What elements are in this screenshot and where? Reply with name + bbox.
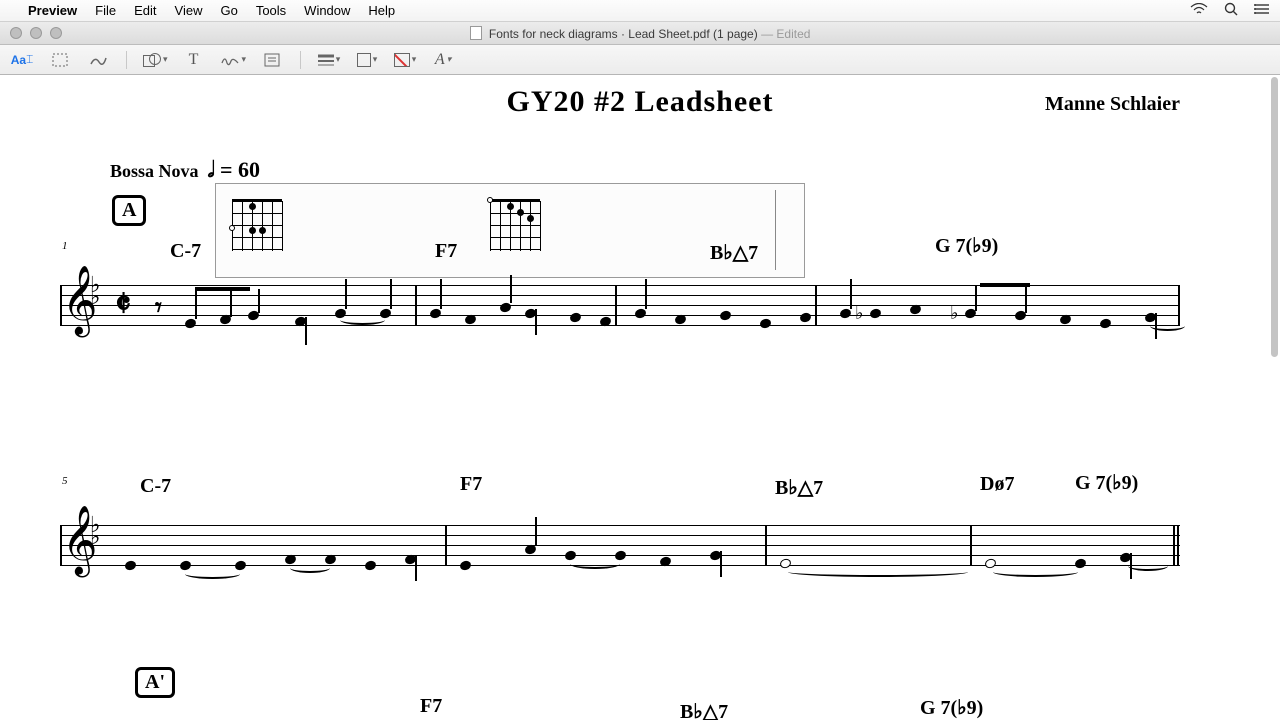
menu-edit[interactable]: Edit xyxy=(134,3,156,18)
zoom-window-button[interactable] xyxy=(50,27,62,39)
staff-system-1: 𝄞 ♭♭ 𝄵 𝄾 xyxy=(60,285,1180,325)
window-title: Fonts for neck diagrams · Lead Sheet.pdf… xyxy=(0,26,1280,41)
pdf-file-icon xyxy=(470,26,482,40)
chord-symbol: Dø7 xyxy=(980,473,1014,496)
rehearsal-mark-a: A xyxy=(112,195,146,226)
close-window-button[interactable] xyxy=(10,27,22,39)
sign-tool[interactable]: ▾ xyxy=(220,49,247,71)
scrollbar-thumb[interactable] xyxy=(1271,77,1278,357)
note-tool[interactable] xyxy=(260,49,284,71)
staff-system-2: 𝄞 ♭♭ xyxy=(60,525,1180,565)
menu-extras-icon[interactable] xyxy=(1254,3,1270,18)
chord-symbol: C-7 xyxy=(170,240,201,263)
selection-divider xyxy=(775,190,776,270)
chord-symbol: C-7 xyxy=(140,475,171,498)
fill-color-tool[interactable]: ▾ xyxy=(393,49,417,71)
time-signature: 𝄵 xyxy=(115,283,131,326)
sketch-tool[interactable] xyxy=(86,49,110,71)
chord-symbol: F7 xyxy=(460,473,482,496)
key-signature: ♭♭ xyxy=(90,519,100,543)
chord-symbol: B♭△7 xyxy=(710,240,758,265)
menu-window[interactable]: Window xyxy=(304,3,350,18)
chord-symbol: G 7(♭9) xyxy=(1075,470,1138,495)
text-selection-tool[interactable]: Aa⌶ xyxy=(10,49,34,71)
chord-symbol: B♭△7 xyxy=(680,699,728,720)
chord-symbol: G 7(♭9) xyxy=(920,695,983,720)
key-signature: ♭♭ xyxy=(90,279,100,303)
menu-help[interactable]: Help xyxy=(368,3,395,18)
menu-view[interactable]: View xyxy=(175,3,203,18)
chord-symbol: F7 xyxy=(420,695,442,718)
text-tool[interactable]: T xyxy=(182,49,206,71)
chord-symbol: F7 xyxy=(435,240,457,263)
app-name-menu[interactable]: Preview xyxy=(28,3,77,18)
menu-go[interactable]: Go xyxy=(220,3,237,18)
menu-bar: Preview File Edit View Go Tools Window H… xyxy=(0,0,1280,22)
chord-diagram-cm7 xyxy=(232,195,282,255)
rectangular-selection-tool[interactable] xyxy=(48,49,72,71)
measure-number: 1 xyxy=(62,240,68,252)
chord-diagram-f7 xyxy=(490,195,540,255)
chord-symbol: G 7(♭9) xyxy=(935,233,998,258)
measure-number: 5 xyxy=(62,475,68,487)
spotlight-icon[interactable] xyxy=(1224,2,1238,19)
markup-toolbar: Aa⌶ ▾ T ▾ ▾ ▾ ▾ A▾ xyxy=(0,45,1280,75)
chord-symbol: B♭△7 xyxy=(775,475,823,500)
composer-name: Manne Schlaier xyxy=(1045,93,1180,116)
rehearsal-mark-a-prime: A' xyxy=(135,667,175,698)
menu-file[interactable]: File xyxy=(95,3,116,18)
font-style-tool[interactable]: A▾ xyxy=(431,49,455,71)
border-color-tool[interactable]: ▾ xyxy=(355,49,379,71)
window-titlebar: Fonts for neck diagrams · Lead Sheet.pdf… xyxy=(0,22,1280,45)
border-style-tool[interactable]: ▾ xyxy=(317,49,341,71)
menu-tools[interactable]: Tools xyxy=(256,3,286,18)
document-viewport[interactable]: GY20 #2 Leadsheet Manne Schlaier Bossa N… xyxy=(0,75,1280,720)
tempo-marking: Bossa Nova 𝅗𝅥 = 60 xyxy=(110,157,260,183)
minimize-window-button[interactable] xyxy=(30,27,42,39)
shapes-tool[interactable]: ▾ xyxy=(143,49,168,71)
wifi-icon[interactable] xyxy=(1190,3,1208,18)
